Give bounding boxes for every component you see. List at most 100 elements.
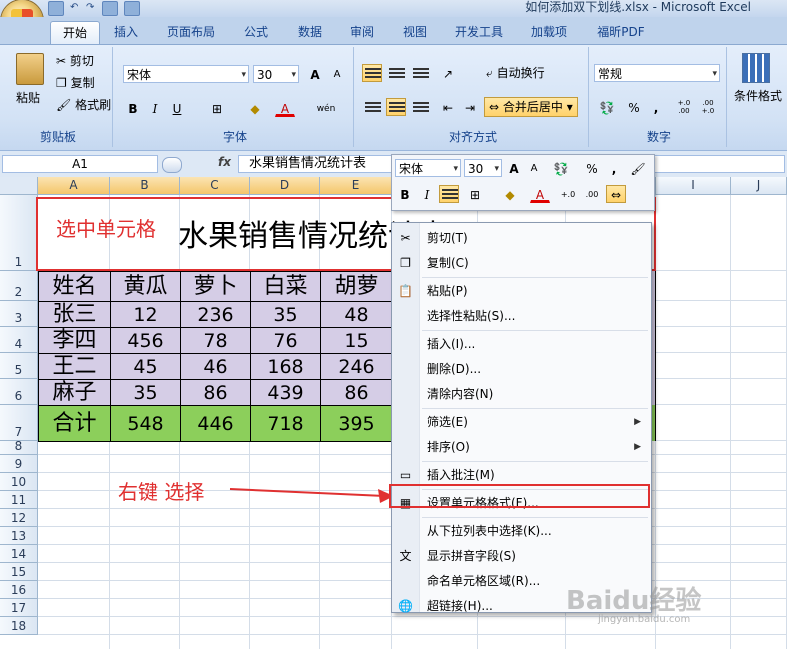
tab-home[interactable]: 开始 [50,21,100,44]
decrease-decimal-button[interactable]: .00 +.0 [696,98,720,116]
increase-indent-icon[interactable]: ⇥ [460,98,480,116]
column-header-c[interactable]: C [180,177,250,195]
name-cell[interactable]: 张三 [38,301,111,328]
undo-icon[interactable]: ↶ [70,2,80,15]
row-header-4[interactable]: 4 [0,327,38,353]
tab-foxit-pdf[interactable]: 福昕PDF [586,21,656,43]
total-cell[interactable]: 718 [250,405,321,442]
row-header-11[interactable]: 11 [0,491,38,509]
expand-icon[interactable] [162,157,182,173]
orientation-icon[interactable]: ↗ [438,64,458,82]
italic-button[interactable]: I [145,99,165,117]
select-all-corner[interactable] [0,177,38,195]
mini-bold-button[interactable]: B [395,185,415,203]
value-cell[interactable]: 76 [250,327,321,354]
name-box[interactable]: A1 [2,155,158,173]
row-header-3[interactable]: 3 [0,301,38,327]
tab-insert[interactable]: 插入 [104,21,148,43]
menu-item[interactable]: 筛选(E) ▶ [392,410,651,435]
value-cell[interactable]: 86 [320,379,393,406]
value-cell[interactable]: 439 [250,379,321,406]
name-cell[interactable]: 李四 [38,327,111,354]
menu-item[interactable]: 清除内容(N) [392,382,651,407]
increase-decimal-button[interactable]: +.0 .00 [672,98,696,116]
align-bottom-button[interactable] [410,64,430,82]
row-header-10[interactable]: 10 [0,473,38,491]
print-preview-icon[interactable] [102,0,118,16]
row-header-5[interactable]: 5 [0,353,38,379]
align-top-button[interactable] [362,64,382,82]
column-header-b[interactable]: B [110,177,180,195]
row-header-1[interactable]: 1 [0,195,38,271]
number-format-select[interactable]: 常规 [594,64,720,83]
underline-button[interactable]: U [167,99,187,117]
mini-font-select[interactable]: 宋体 [395,159,461,178]
total-cell[interactable]: 395 [320,405,393,442]
tab-page-layout[interactable]: 页面布局 [158,21,224,43]
tab-review[interactable]: 审阅 [340,21,384,43]
value-cell[interactable]: 35 [110,379,181,406]
column-header-d[interactable]: D [250,177,320,195]
font-color-button[interactable]: A [275,99,295,117]
column-header-e[interactable]: E [320,177,392,195]
tab-developer[interactable]: 开发工具 [447,21,511,43]
tab-view[interactable]: 视图 [393,21,437,43]
menu-item[interactable]: 插入(I)... [392,332,651,357]
row-header-16[interactable]: 16 [0,581,38,599]
tab-formulas[interactable]: 公式 [234,21,278,43]
align-middle-button[interactable] [386,64,406,82]
align-right-button[interactable] [410,98,430,116]
mini-merge-icon[interactable]: ⇔ [606,185,626,203]
value-cell[interactable]: 48 [320,301,393,328]
mini-font-color-button[interactable]: A [530,185,550,203]
align-left-button[interactable] [362,98,382,116]
wrap-text-button[interactable]: ⤶ 自动换行 [486,64,545,82]
grow-font-button[interactable]: A [305,65,325,83]
header-cell[interactable]: 姓名 [38,271,111,302]
percent-button[interactable]: % [624,98,644,116]
mini-grow-button[interactable]: A [504,159,524,177]
currency-icon[interactable]: 💱 [594,98,620,116]
value-cell[interactable]: 35 [250,301,321,328]
phonetic-button[interactable]: wén [313,99,339,117]
value-cell[interactable]: 456 [110,327,181,354]
bold-button[interactable]: B [123,99,143,117]
font-name-select[interactable]: 宋体 [123,65,249,84]
comma-button[interactable]: , [646,98,666,116]
header-cell[interactable]: 白菜 [250,271,321,302]
row-header-8[interactable]: 8 [0,439,38,455]
row-header-13[interactable]: 13 [0,527,38,545]
value-cell[interactable]: 168 [250,353,321,380]
mini-increase-decimal-icon[interactable]: +.0 [558,185,578,203]
align-center-button[interactable] [386,98,406,116]
mini-comma-button[interactable]: , [604,159,624,177]
copy-button[interactable]: ❐ 复制 [56,74,95,92]
tab-addins[interactable]: 加载项 [522,21,576,43]
row-header-17[interactable]: 17 [0,599,38,617]
row-header-9[interactable]: 9 [0,455,38,473]
mini-italic-button[interactable]: I [417,185,437,203]
conditional-format-button[interactable]: 条件格式 [734,87,782,105]
row-header-15[interactable]: 15 [0,563,38,581]
merge-center-button[interactable]: ⇔ 合并后居中 ▾ [484,97,578,117]
value-cell[interactable]: 45 [110,353,181,380]
menu-item[interactable]: 从下拉列表中选择(K)... [392,519,651,544]
mini-border-icon[interactable]: ⊞ [465,185,485,203]
mini-currency-icon[interactable]: 💱 [548,159,574,177]
row-header-18[interactable]: 18 [0,617,38,635]
value-cell[interactable]: 236 [180,301,251,328]
value-cell[interactable]: 15 [320,327,393,354]
value-cell[interactable]: 246 [320,353,393,380]
value-cell[interactable]: 12 [110,301,181,328]
fx-icon[interactable]: fx [218,155,231,169]
mini-align-center-button[interactable] [439,185,459,203]
value-cell[interactable]: 46 [180,353,251,380]
spelling-icon[interactable] [124,0,140,16]
column-header-j[interactable]: J [731,177,787,195]
border-icon[interactable]: ⊞ [207,99,227,117]
row-header-7[interactable]: 7 [0,405,38,441]
name-cell[interactable]: 麻子 [38,379,111,406]
paste-button[interactable]: 粘贴 [16,89,40,107]
value-cell[interactable]: 86 [180,379,251,406]
row-header-2[interactable]: 2 [0,271,38,301]
